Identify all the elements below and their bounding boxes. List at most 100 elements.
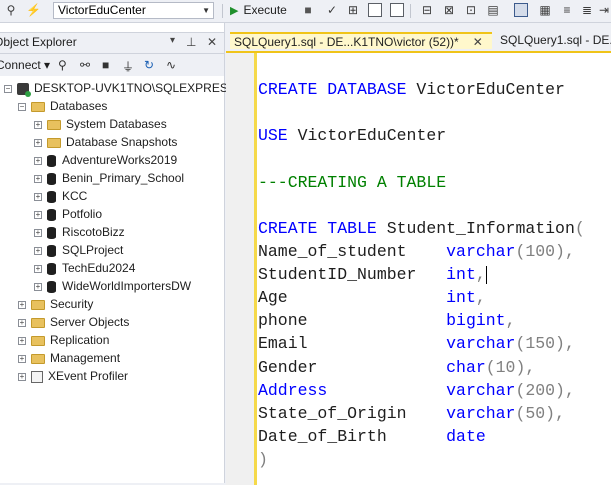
expand-icon[interactable]: +: [34, 228, 42, 237]
tree-node-label: System Databases: [66, 117, 167, 131]
expand-icon[interactable]: +: [34, 192, 42, 201]
tree-node-label: Potfolio: [62, 207, 103, 221]
connect-button[interactable]: Connect ▾: [0, 58, 50, 72]
tree-node-label: Replication: [50, 333, 110, 347]
connect-plug-icon[interactable]: ⚲: [58, 58, 67, 72]
stop-icon[interactable]: ■: [302, 3, 314, 18]
expand-icon[interactable]: +: [18, 372, 26, 381]
query-options-icon[interactable]: ⊟: [420, 3, 434, 18]
tab-sqlquery1-active[interactable]: SQLQuery1.sql - DE...K1TNO\victor (52))*…: [230, 32, 492, 49]
sqlcmd-mode-icon[interactable]: ▦: [538, 3, 552, 18]
uncomment-lines-icon[interactable]: ≣: [580, 3, 594, 18]
results-to-grid-icon[interactable]: [514, 3, 528, 17]
tree-node-database[interactable]: + KCC: [34, 187, 87, 205]
code-line-column: Gender char(10),: [258, 358, 536, 377]
tree-node-server-folder[interactable]: + Security: [18, 295, 93, 313]
expand-icon[interactable]: +: [34, 174, 42, 183]
chevron-down-icon: ▼: [202, 6, 210, 15]
toolbar-divider: [222, 4, 223, 18]
tree-node-label: RiscotoBizz: [62, 225, 125, 239]
object-explorer-toolbar: Connect ▾ ⚲ ⚯ ■ ⏚ ↻ ∿: [0, 54, 224, 76]
execute-label: Execute: [243, 3, 287, 17]
expand-icon[interactable]: +: [34, 210, 42, 219]
tree-node-database[interactable]: + RiscotoBizz: [34, 223, 125, 241]
collapse-icon[interactable]: −: [4, 84, 12, 93]
filter-icon[interactable]: ⏚: [122, 58, 134, 75]
expand-icon[interactable]: +: [18, 336, 26, 345]
tree-node-database[interactable]: + System Databases: [34, 115, 167, 133]
expand-icon[interactable]: +: [34, 156, 42, 165]
expand-icon[interactable]: +: [34, 246, 42, 255]
database-icon: [47, 262, 56, 275]
tree-node-database[interactable]: + SQLProject: [34, 241, 123, 259]
close-tab-icon[interactable]: ✕: [473, 35, 483, 49]
comment-lines-icon[interactable]: ≡: [560, 3, 574, 18]
tree-node-database[interactable]: + WideWorldImportersDW: [34, 277, 191, 295]
tree-node-database[interactable]: + TechEdu2024: [34, 259, 135, 277]
tree-node-server-folder[interactable]: + Replication: [18, 331, 109, 349]
tree-node-server-folder[interactable]: + Server Objects: [18, 313, 129, 331]
tree-node-server[interactable]: − DESKTOP-UVK1TNO\SQLEXPRESS01: [4, 79, 249, 97]
tree-node-label: Security: [50, 297, 94, 311]
object-explorer-title: Object Explorer: [0, 35, 77, 49]
activity-monitor-icon[interactable]: ∿: [166, 58, 176, 72]
folder-icon: [47, 137, 61, 148]
tree-node-label: TechEdu2024: [62, 261, 136, 275]
tree-node-database[interactable]: + Database Snapshots: [34, 133, 177, 151]
expand-icon[interactable]: +: [18, 318, 26, 327]
text-cursor: [485, 265, 487, 284]
cpu-icon[interactable]: ⚡: [26, 3, 41, 18]
database-icon: [47, 226, 56, 239]
tab-sqlquery1-other[interactable]: SQLQuery1.sql - DE...: [496, 32, 611, 49]
results-to-file-icon[interactable]: [390, 3, 404, 17]
tree-node-database[interactable]: + Potfolio: [34, 205, 102, 223]
code-line-column: phone bigint,: [258, 311, 516, 330]
code-line-column: State_of_Origin varchar(50),: [258, 404, 565, 423]
expand-icon[interactable]: +: [34, 264, 42, 273]
filter-icon[interactable]: ⚲: [4, 3, 18, 18]
selected-database: VictorEduCenter: [58, 3, 146, 17]
code-line: ---CREATING A TABLE: [258, 173, 447, 192]
database-icon: [47, 244, 56, 257]
tree-node-server-folder[interactable]: + Management: [18, 349, 120, 367]
object-explorer-panel: Object Explorer ▾ ⊥ ✕ Connect ▾ ⚲ ⚯ ■ ⏚ …: [0, 23, 249, 483]
tree-node-database[interactable]: + AdventureWorks2019: [34, 151, 177, 169]
tree-node-databases[interactable]: − Databases: [18, 97, 107, 115]
object-explorer-header: Object Explorer ▾ ⊥ ✕: [0, 32, 224, 54]
close-icon[interactable]: ✕: [207, 35, 217, 49]
pin-icon[interactable]: ⊥: [186, 35, 196, 49]
tree-node-database[interactable]: + Benin_Primary_School: [34, 169, 184, 187]
window-position-icon[interactable]: ▾: [170, 35, 175, 46]
folder-icon: [31, 353, 45, 364]
expand-icon[interactable]: +: [18, 354, 26, 363]
intellisense-icon[interactable]: ⊠: [442, 3, 456, 18]
estimated-plan-icon[interactable]: ⊞: [346, 3, 360, 18]
tree-node-label: Database Snapshots: [66, 135, 178, 149]
expand-icon[interactable]: +: [34, 282, 42, 291]
expand-icon[interactable]: +: [18, 300, 26, 309]
change-tracking-bar: [254, 53, 257, 485]
tab-label: SQLQuery1.sql - DE...K1TNO\victor (52))*: [234, 35, 459, 49]
expand-icon[interactable]: +: [34, 120, 42, 129]
expand-icon[interactable]: +: [34, 138, 42, 147]
execute-button[interactable]: ▶ Execute: [230, 3, 287, 18]
code-line-column: Address varchar(200),: [258, 381, 575, 400]
code-line-column: Email varchar(150),: [258, 334, 575, 353]
results-to-text-icon[interactable]: [368, 3, 382, 17]
disconnect-icon[interactable]: ⚯: [80, 58, 90, 72]
collapse-icon[interactable]: −: [18, 102, 26, 111]
tree-node-server-folder[interactable]: + XEvent Profiler: [18, 367, 128, 385]
client-statistics-icon[interactable]: ▤: [486, 3, 500, 18]
indent-icon[interactable]: ⇥: [598, 3, 610, 18]
stop-icon[interactable]: ■: [102, 58, 109, 72]
database-icon: [47, 154, 56, 167]
query-editor[interactable]: CREATE DATABASE VictorEduCenter USE Vict…: [226, 51, 611, 485]
toolbar-divider: [410, 4, 411, 18]
available-databases-select[interactable]: VictorEduCenter ▼: [53, 2, 214, 19]
code-line: ): [258, 450, 268, 469]
refresh-icon[interactable]: ↻: [144, 58, 154, 72]
code-line-column: Date_of_Birth date: [258, 427, 486, 446]
code-line-column: Name_of_student varchar(100),: [258, 242, 575, 261]
parse-check-icon[interactable]: ✓: [326, 3, 338, 18]
include-plan-icon[interactable]: ⊡: [464, 3, 478, 18]
